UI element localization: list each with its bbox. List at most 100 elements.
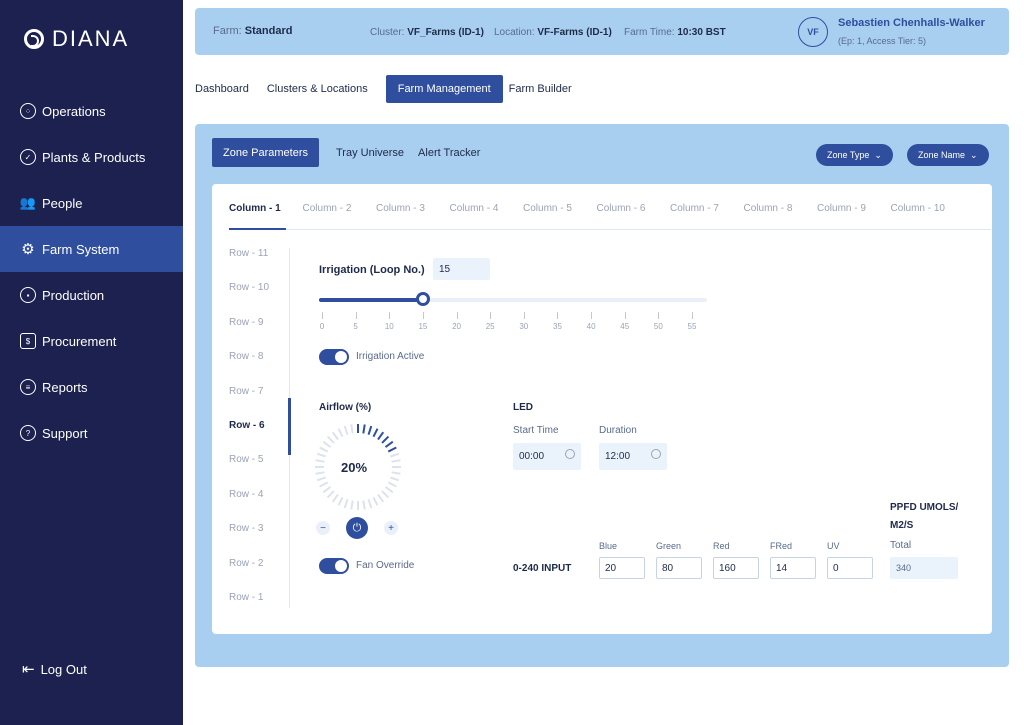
row-item[interactable]: Row - 10 bbox=[229, 282, 269, 316]
dial-tick bbox=[343, 425, 349, 435]
dial-tick bbox=[381, 435, 390, 444]
farm-label: Farm: bbox=[213, 25, 242, 37]
dial-tick bbox=[387, 446, 397, 453]
airflow-decrease-button[interactable]: − bbox=[316, 521, 330, 535]
start-time-input[interactable]: 00:00 bbox=[513, 443, 581, 470]
column-tab[interactable]: Column - 3 bbox=[376, 203, 450, 214]
uv-input[interactable]: 0 bbox=[827, 557, 873, 579]
sidebar-item-label: Plants & Products bbox=[42, 149, 146, 165]
dial-tick bbox=[350, 424, 354, 434]
sidebar-item-people[interactable]: 👥 People bbox=[0, 180, 183, 226]
uv-label: UV bbox=[827, 541, 840, 551]
blue-input[interactable]: 20 bbox=[599, 557, 645, 579]
column-tab[interactable]: Column - 7 bbox=[670, 203, 744, 214]
location-value: VF-Farms (ID-1) bbox=[537, 27, 612, 38]
tab-dashboard[interactable]: Dashboard bbox=[195, 75, 261, 103]
clock-icon bbox=[651, 449, 661, 459]
column-tab[interactable]: Column - 8 bbox=[744, 203, 818, 214]
tab-zone-parameters[interactable]: Zone Parameters bbox=[212, 138, 319, 167]
avatar[interactable]: VF bbox=[798, 17, 828, 47]
dial-tick bbox=[391, 459, 401, 463]
column-tab[interactable]: Column - 2 bbox=[303, 203, 377, 214]
green-input[interactable]: 80 bbox=[656, 557, 702, 579]
sidebar-item-operations[interactable]: ⁘ Operations bbox=[0, 88, 183, 134]
row-item[interactable]: Row - 11 bbox=[229, 248, 269, 282]
dial-tick bbox=[384, 486, 394, 494]
zone-type-dropdown[interactable]: Zone Type ⌄ bbox=[816, 144, 893, 166]
slider-tick bbox=[658, 312, 660, 319]
row-list: Row - 11 Row - 10 Row - 9 Row - 8 Row - … bbox=[229, 248, 269, 626]
airflow-increase-button[interactable]: + bbox=[384, 521, 398, 535]
row-item[interactable]: Row - 1 bbox=[229, 592, 269, 626]
tab-farm-builder[interactable]: Farm Builder bbox=[509, 75, 584, 103]
fred-input[interactable]: 14 bbox=[770, 557, 816, 579]
irrigation-loop-input[interactable]: 15 bbox=[433, 258, 490, 280]
column-tab[interactable]: Column - 6 bbox=[597, 203, 671, 214]
dial-tick bbox=[326, 490, 335, 499]
column-tab[interactable]: Column - 10 bbox=[891, 203, 965, 214]
row-item[interactable]: Row - 7 bbox=[229, 386, 269, 420]
sidebar-item-label: Operations bbox=[42, 103, 106, 119]
airflow-power-button[interactable]: ⏻ bbox=[346, 517, 368, 539]
slider-tick bbox=[389, 312, 391, 319]
logo-text: DIANA bbox=[52, 26, 130, 51]
dial-tick bbox=[315, 459, 325, 463]
irrigation-slider-handle[interactable] bbox=[415, 292, 430, 306]
row-item[interactable]: Row - 8 bbox=[229, 351, 269, 385]
people-icon: 👥 bbox=[19, 195, 37, 210]
irrigation-active-toggle[interactable] bbox=[319, 349, 349, 365]
active-column-indicator bbox=[229, 228, 286, 230]
dial-tick bbox=[377, 493, 385, 503]
dial-tick bbox=[362, 424, 366, 434]
logout-button[interactable]: ⇤ Log Out bbox=[22, 660, 87, 678]
start-time-label: Start Time bbox=[513, 425, 559, 436]
slider-tick bbox=[624, 312, 626, 319]
row-item[interactable]: Row - 4 bbox=[229, 489, 269, 523]
slider-tick-label: 10 bbox=[384, 322, 394, 331]
cluster-info: Cluster: VF_Farms (ID-1) bbox=[370, 27, 484, 38]
slider-tick bbox=[422, 312, 424, 319]
column-tab[interactable]: Column - 9 bbox=[817, 203, 891, 214]
slider-tick-label: 25 bbox=[485, 322, 495, 331]
column-tab[interactable]: Column - 1 bbox=[229, 203, 303, 214]
sidebar-item-procurement[interactable]: $ Procurement bbox=[0, 318, 183, 364]
row-item[interactable]: Row - 2 bbox=[229, 558, 269, 592]
tab-alert-tracker[interactable]: Alert Tracker bbox=[418, 138, 480, 167]
sidebar-item-production[interactable]: ▪ Production bbox=[0, 272, 183, 318]
irrigation-label: Irrigation (Loop No.) bbox=[319, 264, 425, 276]
gear-icon: ⚙ bbox=[21, 241, 35, 258]
active-row-indicator bbox=[288, 398, 291, 455]
diana-logo-icon bbox=[24, 29, 44, 49]
red-label: Red bbox=[713, 541, 730, 551]
slider-tick-label: 55 bbox=[687, 322, 697, 331]
row-item[interactable]: Row - 5 bbox=[229, 454, 269, 488]
main-tabs: Dashboard Clusters & Locations Farm Mana… bbox=[195, 75, 590, 103]
duration-label: Duration bbox=[599, 425, 637, 436]
location-info: Location: VF-Farms (ID-1) bbox=[494, 27, 612, 38]
column-tab[interactable]: Column - 4 bbox=[450, 203, 524, 214]
tab-tray-universe[interactable]: Tray Universe bbox=[336, 138, 404, 167]
tab-farm-management[interactable]: Farm Management bbox=[385, 75, 503, 103]
led-label: LED bbox=[513, 402, 533, 413]
row-item[interactable]: Row - 6 bbox=[229, 420, 269, 454]
zone-name-dropdown[interactable]: Zone Name ⌄ bbox=[907, 144, 989, 166]
dial-tick bbox=[367, 425, 373, 435]
tab-clusters-locations[interactable]: Clusters & Locations bbox=[267, 75, 380, 103]
dial-tick bbox=[326, 435, 335, 444]
column-tab[interactable]: Column - 5 bbox=[523, 203, 597, 214]
sidebar-item-reports[interactable]: ≡ Reports bbox=[0, 364, 183, 410]
red-input[interactable]: 160 bbox=[713, 557, 759, 579]
row-item[interactable]: Row - 9 bbox=[229, 317, 269, 351]
cluster-label: Cluster: bbox=[370, 27, 405, 38]
sidebar-item-support[interactable]: ? Support bbox=[0, 410, 183, 456]
user-name[interactable]: Sebastien Chenhalls-Walker bbox=[838, 17, 985, 29]
zone-card: Column - 1 Column - 2 Column - 3 Column … bbox=[212, 184, 992, 634]
dial-tick bbox=[343, 499, 349, 509]
row-item[interactable]: Row - 3 bbox=[229, 523, 269, 557]
sidebar-item-farm-system[interactable]: ⚙ Farm System bbox=[0, 226, 183, 272]
duration-input[interactable]: 12:00 bbox=[599, 443, 667, 470]
slider-tick-label: 35 bbox=[553, 322, 562, 331]
fan-override-toggle[interactable] bbox=[319, 558, 349, 574]
sidebar-item-plants-products[interactable]: ✓ Plants & Products bbox=[0, 134, 183, 180]
sub-tabs: Zone Parameters Tray Universe Alert Trac… bbox=[212, 138, 494, 167]
